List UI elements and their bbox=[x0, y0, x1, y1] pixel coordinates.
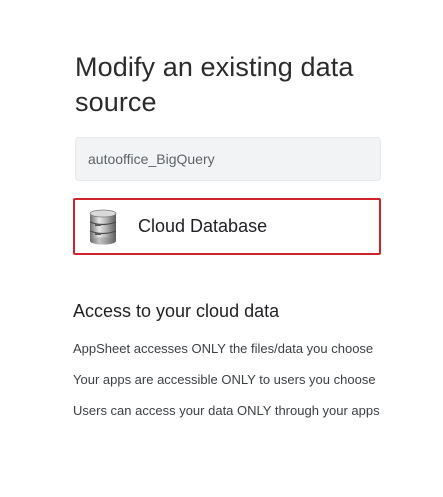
database-icon bbox=[89, 209, 117, 244]
access-info-apps: Users can access your data ONLY through … bbox=[73, 403, 380, 418]
cloud-database-option[interactable]: Cloud Database bbox=[73, 198, 381, 255]
access-section-heading: Access to your cloud data bbox=[73, 301, 280, 321]
page-title: Modify an existing data source bbox=[75, 52, 354, 117]
access-info-files: AppSheet accesses ONLY the files/data yo… bbox=[73, 341, 374, 356]
access-info-users: Your apps are accessible ONLY to users y… bbox=[73, 372, 376, 387]
cloud-database-label: Cloud Database bbox=[138, 216, 268, 236]
data-source-name-input[interactable] bbox=[75, 137, 381, 181]
